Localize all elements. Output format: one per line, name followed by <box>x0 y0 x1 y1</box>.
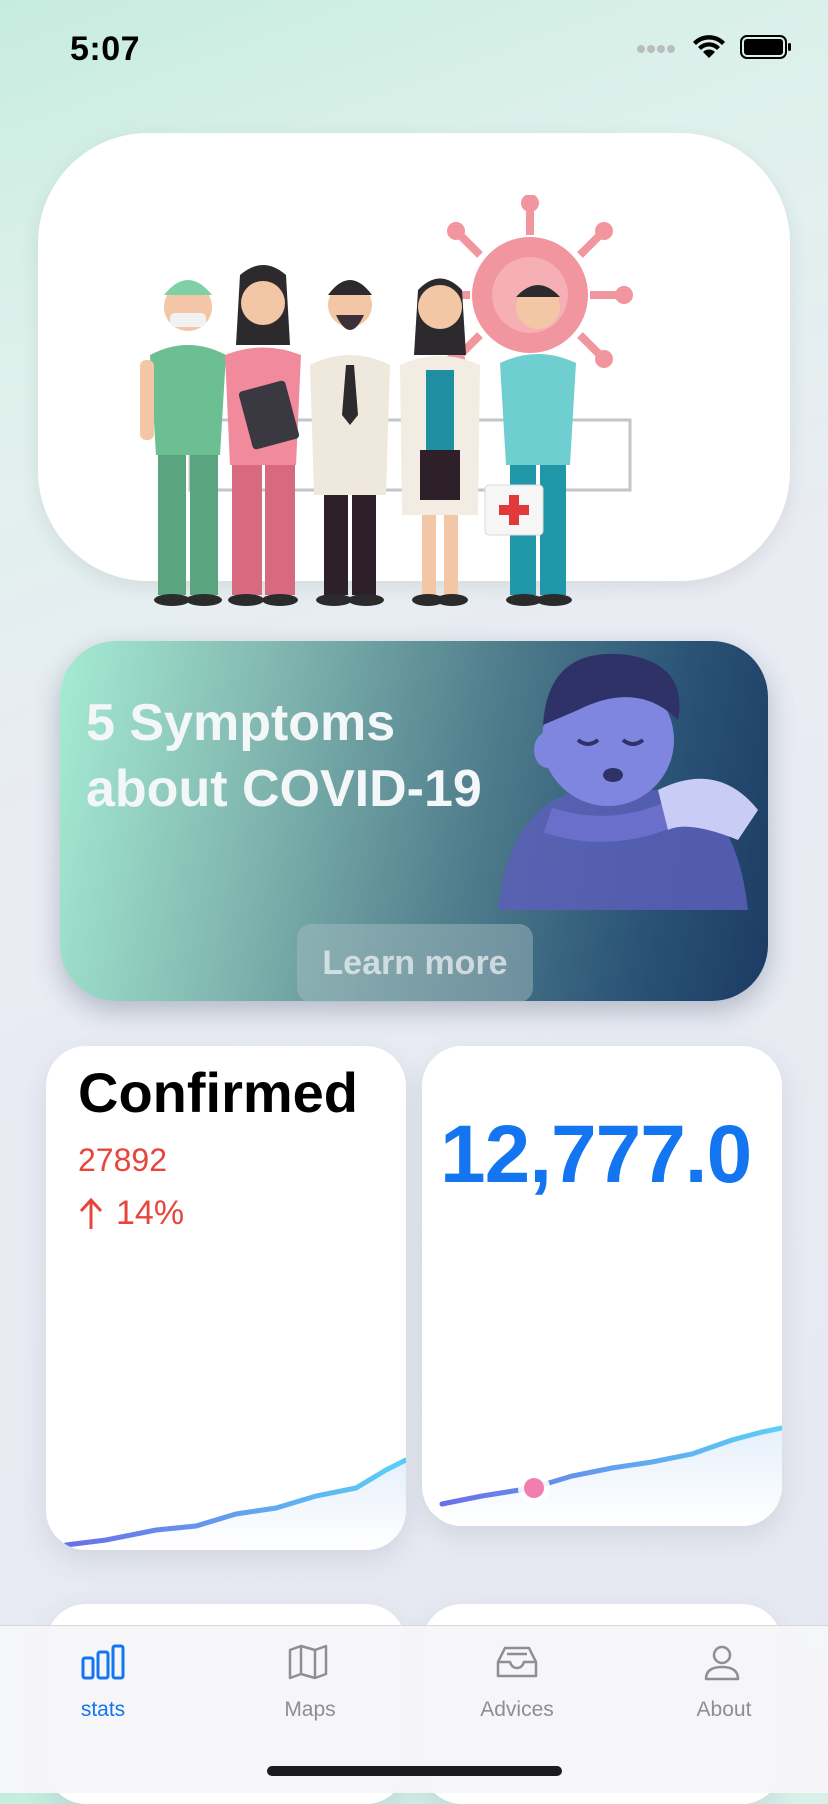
status-time: 5:07 <box>70 30 141 68</box>
status-icons <box>636 34 792 60</box>
symptoms-title: 5 Symptoms about COVID-19 <box>86 690 546 822</box>
nurse-pink <box>225 265 301 606</box>
confirmed-value: 27892 <box>78 1142 167 1178</box>
confirmed-title: Confirmed <box>78 1061 358 1124</box>
battery-icon <box>740 35 791 59</box>
symptoms-title-line2: about COVID-19 <box>86 760 482 818</box>
doctor-white-coat <box>310 280 390 606</box>
learn-more-button[interactable]: Learn more <box>297 924 533 1002</box>
cellular-signal-icon <box>637 45 675 53</box>
symptoms-title-line1: 5 Symptoms <box>86 694 396 752</box>
confirmed-trend: 14% <box>78 1194 184 1233</box>
tab-advices-label: Advices <box>480 1698 554 1721</box>
tab-about[interactable]: About <box>634 1626 814 1736</box>
tray-icon <box>496 1646 538 1678</box>
map-icon <box>288 1644 328 1680</box>
doctor-stethoscope <box>400 278 480 606</box>
tab-maps-label: Maps <box>284 1698 336 1721</box>
tab-advices[interactable]: Advices <box>427 1626 607 1736</box>
tab-maps[interactable]: Maps <box>220 1626 400 1736</box>
home-indicator <box>267 1766 562 1776</box>
medical-staff-illustration <box>140 195 633 606</box>
wifi-icon <box>693 35 725 58</box>
doctor-green <box>140 280 226 606</box>
status-bar: 5:07 <box>0 0 828 100</box>
bar-chart-icon <box>81 1644 125 1680</box>
value-card-number: 12,777.0 <box>440 1109 752 1200</box>
tab-stats[interactable]: stats <box>13 1626 193 1736</box>
arrow-up-icon <box>79 1197 103 1229</box>
value-sparkline <box>439 1425 782 1526</box>
confirmed-change: 14% <box>116 1194 185 1232</box>
tab-about-label: About <box>696 1698 752 1721</box>
confirmed-sparkline <box>63 1457 406 1550</box>
confirmed-card[interactable]: Confirmed 27892 14% <box>46 1046 406 1550</box>
value-card[interactable]: 12,777.0 <box>422 1046 782 1526</box>
person-icon <box>704 1645 740 1681</box>
tab-stats-label: stats <box>80 1698 126 1721</box>
